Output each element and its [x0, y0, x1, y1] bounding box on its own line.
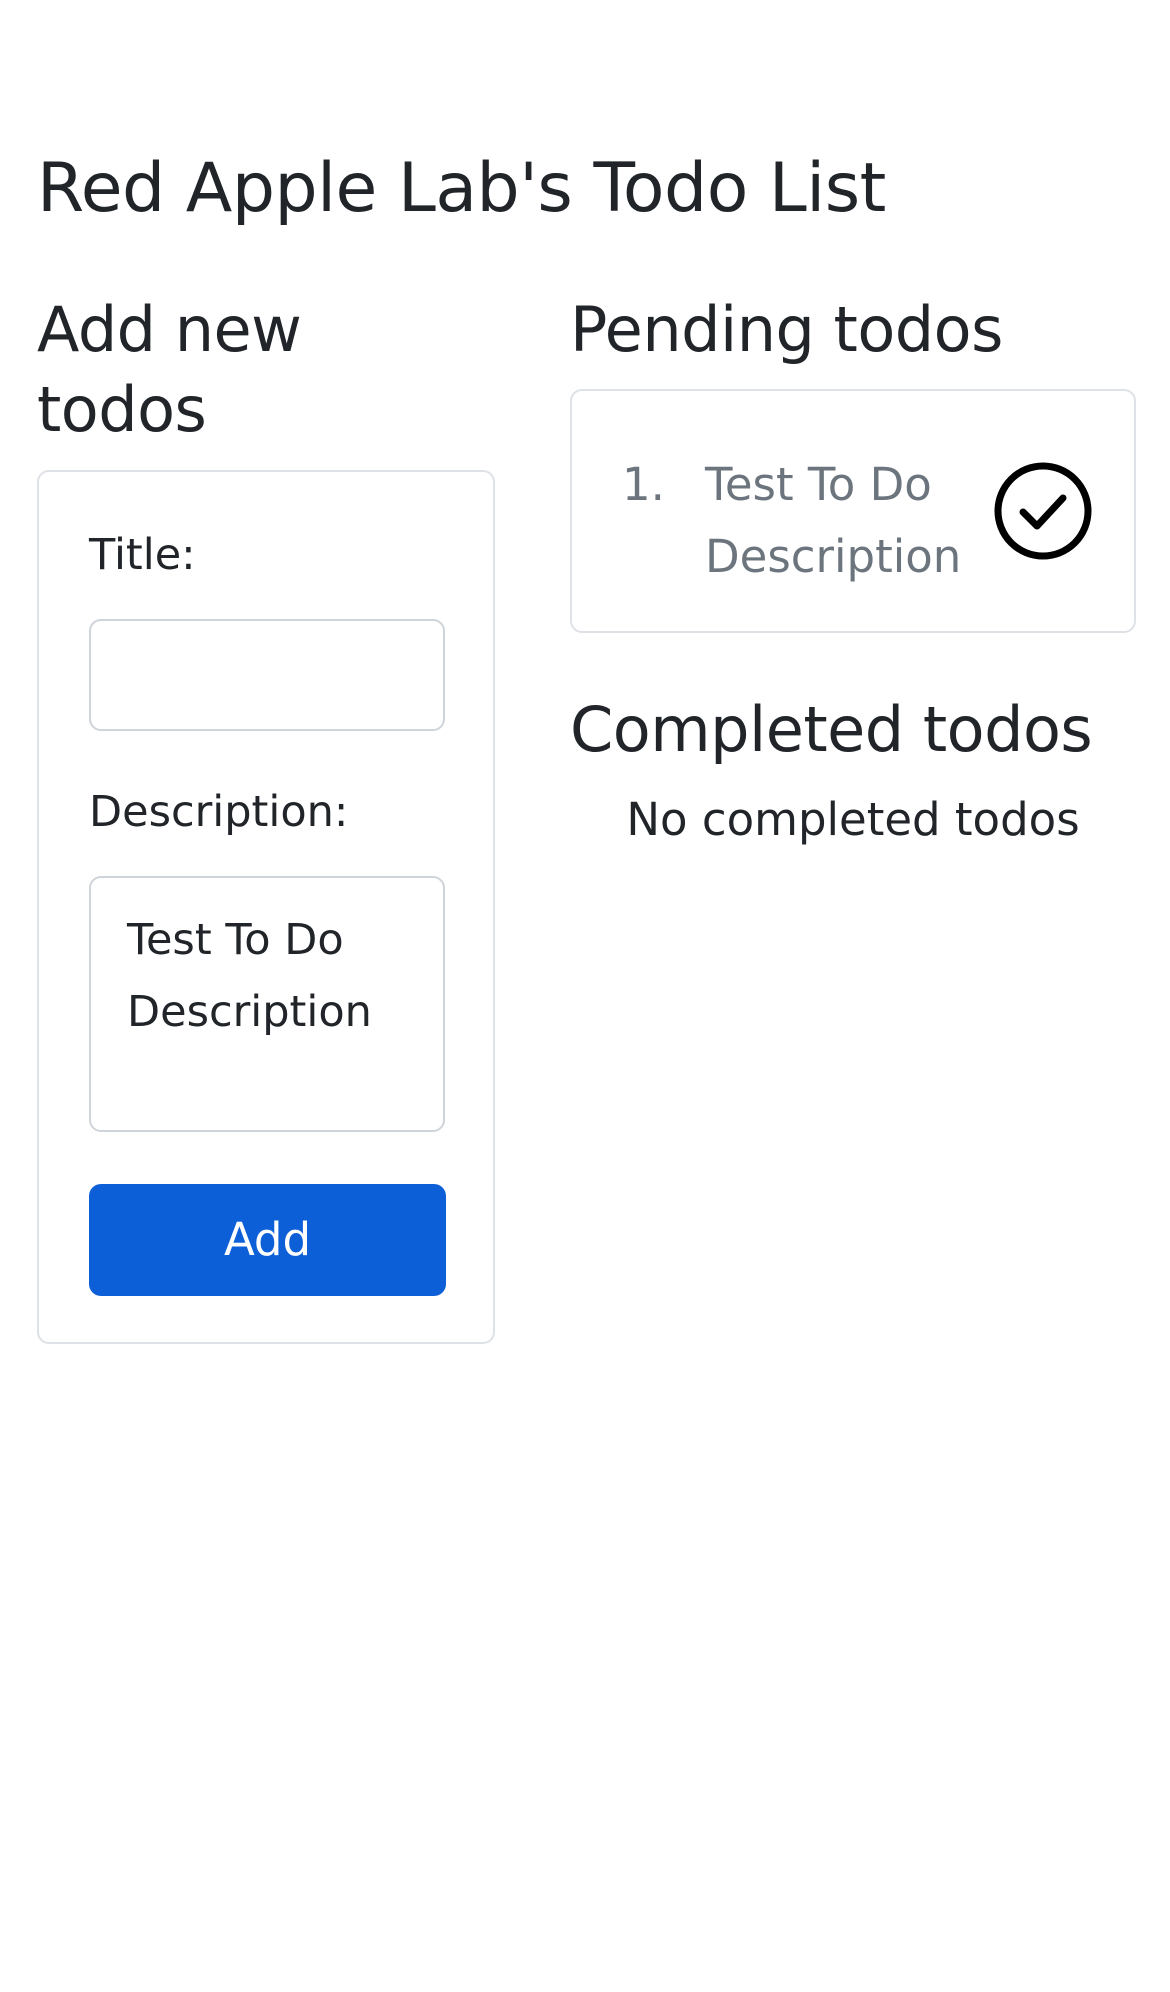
mark-complete-button[interactable]: [990, 458, 1096, 564]
completed-todos-heading: Completed todos: [570, 693, 1093, 766]
add-button[interactable]: Add: [89, 1184, 446, 1296]
todo-description: Test To Do Description: [705, 458, 962, 583]
title-input[interactable]: [89, 619, 445, 731]
pending-todo-list: 1. Test To Do Description: [570, 389, 1136, 633]
description-label: Description:: [89, 787, 349, 837]
pending-todos-heading: Pending todos: [570, 293, 1003, 366]
no-completed-todos-message: No completed todos: [626, 793, 1080, 846]
add-todo-form: Title: Description: Test To Do Descripti…: [37, 470, 495, 1344]
description-textarea[interactable]: Test To Do Description: [89, 876, 445, 1132]
todo-number: 1.: [622, 458, 665, 511]
add-todos-heading: Add new todos: [37, 293, 302, 446]
title-label: Title:: [89, 530, 196, 580]
page-title: Red Apple Lab's Todo List: [37, 149, 886, 228]
check-circle-icon: [990, 458, 1096, 564]
